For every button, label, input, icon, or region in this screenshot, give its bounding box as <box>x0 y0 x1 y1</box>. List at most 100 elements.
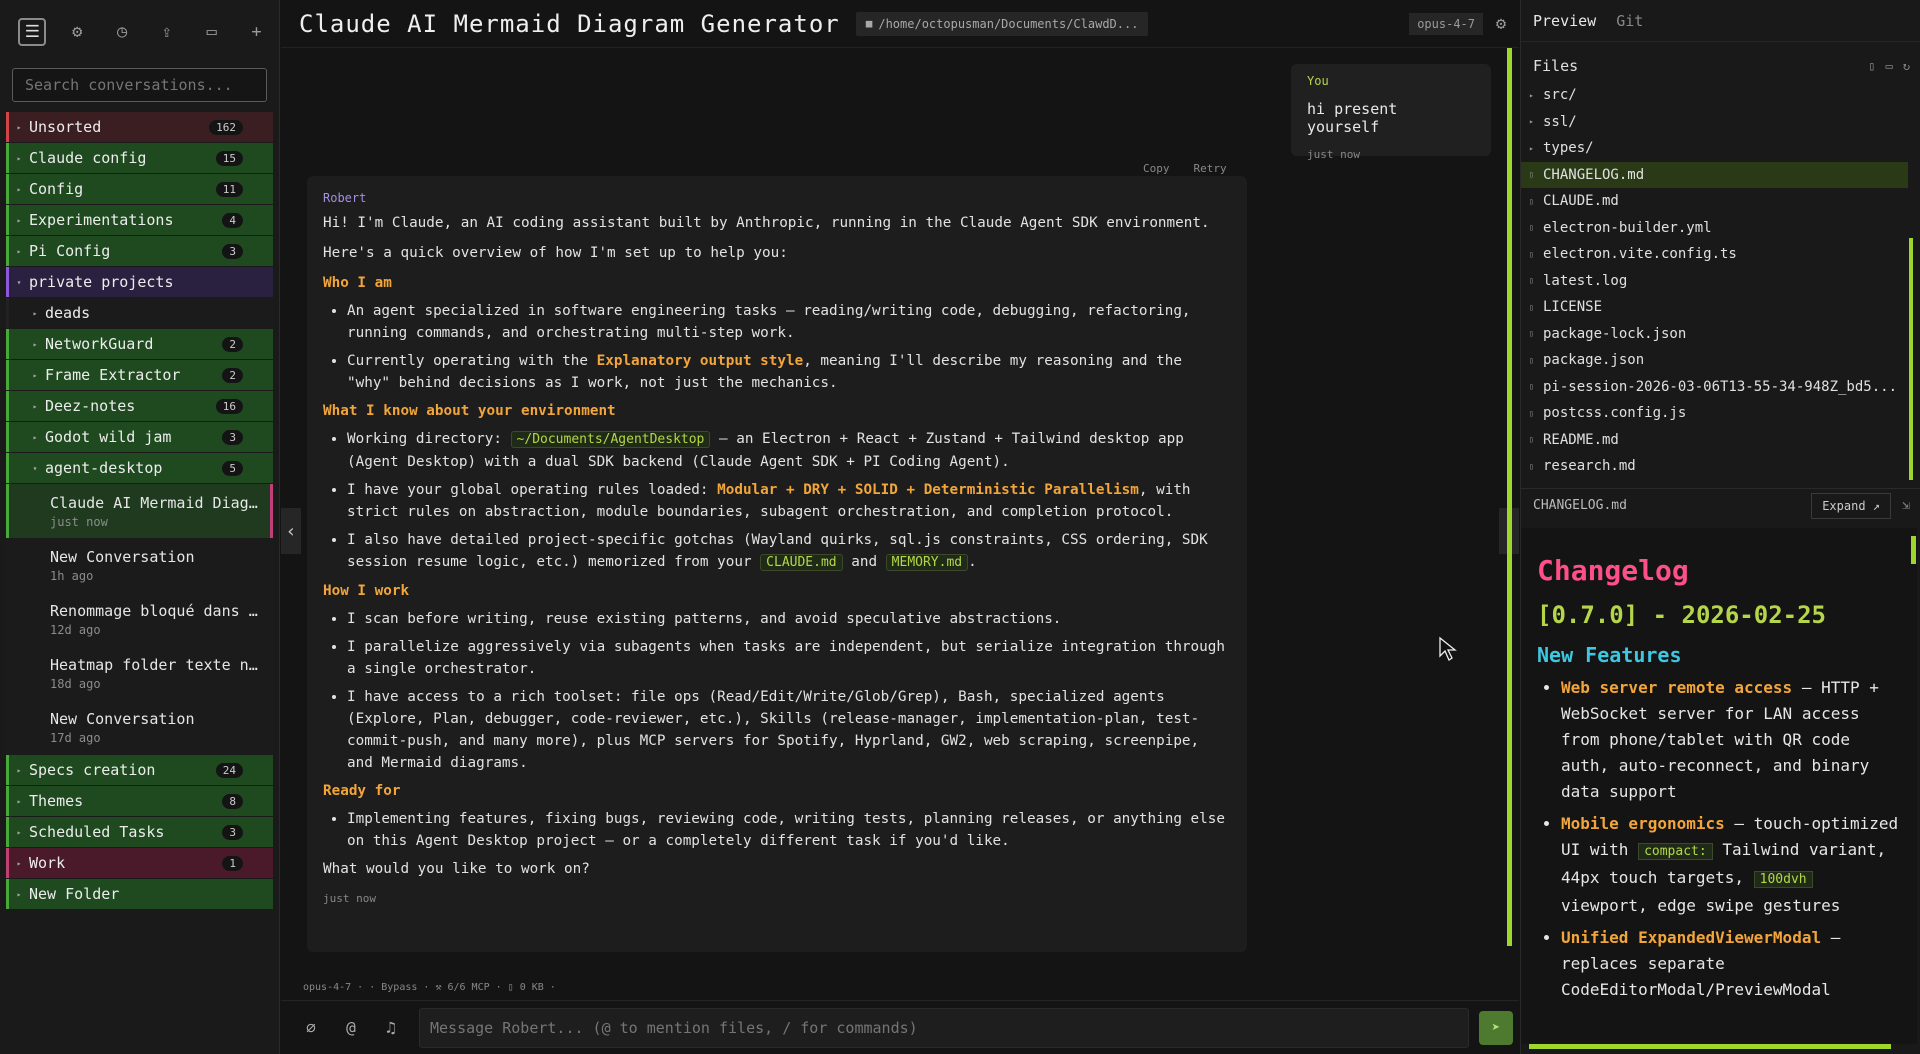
file-tree-item[interactable]: ▯ LICENSE <box>1521 294 1908 321</box>
chevron-right-icon: ▸ <box>16 246 22 256</box>
file-icon: ▯ <box>1529 382 1534 392</box>
mouse-cursor-icon <box>1439 636 1457 661</box>
paperclip-icon: ⌀ <box>306 1018 316 1037</box>
app-window: ☰ ⚙ ◷ ⇪ ▭ + ▸Unsorted162 ▸Claude config1… <box>0 0 1920 1054</box>
chevron-right-icon: ▸ <box>32 401 38 411</box>
file-label: research.md <box>1543 458 1636 475</box>
toggle-sidebar-button[interactable]: ☰ <box>10 12 55 52</box>
history-button[interactable]: ◷ <box>100 12 145 52</box>
file-tree-item[interactable]: ▯ research.md <box>1521 453 1908 480</box>
folder-count: 5 <box>222 460 243 476</box>
file-tree-item[interactable]: ▯ pi-session-2026-03-06T13-55-34-948Z_bd5… <box>1521 374 1908 401</box>
folder-deads[interactable]: ▸ deads <box>6 298 273 328</box>
message-text: hi present yourself <box>1307 100 1398 136</box>
retry-button[interactable]: Retry <box>1194 162 1227 175</box>
text-span: Working directory: <box>347 431 511 447</box>
preview-scrollbar[interactable] <box>1911 536 1916 564</box>
new-folder-button[interactable]: ▭ <box>189 12 234 52</box>
file-tree-item[interactable]: ▯ postcss.config.js <box>1521 400 1908 427</box>
wrench-icon: ⚒ <box>435 982 442 993</box>
file-tree-item[interactable]: ▯ electron-builder.yml <box>1521 215 1908 242</box>
folder-claude-config[interactable]: ▸ Claude config 15 <box>6 143 273 173</box>
page-title: Claude AI Mermaid Diagram Generator <box>299 9 840 38</box>
conversation-item[interactable]: New Conversation 17d ago <box>6 700 273 754</box>
folder-label: Work <box>29 854 66 872</box>
conversation-item[interactable]: New Conversation 1h ago <box>6 538 273 592</box>
file-tree-item[interactable]: ▯ latest.log <box>1521 268 1908 295</box>
new-folder-icon[interactable]: ▭ <box>1886 59 1893 73</box>
mention-button[interactable]: @ <box>331 1010 371 1046</box>
conversation-title: New Conversation <box>50 709 195 728</box>
working-directory[interactable]: ■ /home/octopusman/Documents/ClawdD... <box>855 11 1149 36</box>
conversation-item[interactable]: Claude AI Mermaid Diag... just now <box>6 484 273 538</box>
file-tree-item[interactable]: ▯ CHANGELOG.md <box>1521 161 1908 188</box>
folder-tree-item[interactable]: ▸ ssl/ <box>1521 109 1908 136</box>
preview-heading-3: New Features <box>1537 643 1682 667</box>
file-label: latest.log <box>1543 272 1628 289</box>
file-tree-item[interactable]: ▯ README.md <box>1521 427 1908 454</box>
folder-label: private projects <box>29 273 174 291</box>
tab-git[interactable]: Git <box>1616 12 1643 30</box>
folder-label: Themes <box>29 792 84 810</box>
attach-button[interactable]: ⌀ <box>291 1010 331 1046</box>
settings-button[interactable]: ⚙ <box>55 12 100 52</box>
status-size: 0 KB · <box>519 982 556 993</box>
file-tree-item[interactable]: ▯ package.json <box>1521 347 1908 374</box>
file-tree-item[interactable]: ▯ package-lock.json <box>1521 321 1908 348</box>
folder-new-folder[interactable]: ▸ New Folder <box>6 879 273 909</box>
conversation-title: New Conversation <box>50 547 195 566</box>
copy-button[interactable]: Copy <box>1143 162 1170 175</box>
folder-private-projects[interactable]: ▾ private projects <box>6 267 273 297</box>
collapse-icon[interactable]: ⇲ <box>1891 498 1920 513</box>
folder-godot-wild-jam[interactable]: ▸ Godot wild jam 3 <box>6 422 273 452</box>
file-label: electron-builder.yml <box>1543 219 1712 236</box>
tab-preview[interactable]: Preview <box>1533 12 1596 30</box>
conversation-item[interactable]: Renommage bloqué dans ... 12d ago <box>6 592 273 646</box>
preview-heading-2: [0.7.0] - 2026-02-25 <box>1537 601 1826 629</box>
send-button[interactable]: ➤ <box>1479 1010 1513 1045</box>
folder-specs-creation[interactable]: ▸ Specs creation 24 <box>6 755 273 785</box>
model-selector[interactable]: opus-4-7 <box>1409 12 1483 35</box>
search-input[interactable] <box>25 76 266 94</box>
folder-config[interactable]: ▸ Config 11 <box>6 174 273 204</box>
collapse-sidebar-button[interactable]: ‹ <box>281 508 301 554</box>
list-item: Currently operating with the Explanatory… <box>347 350 1231 394</box>
message-input[interactable] <box>430 1018 1468 1037</box>
files-actions: ▯ ▭ ↻ <box>1868 59 1910 73</box>
folder-count: 24 <box>215 762 243 778</box>
voice-button[interactable]: ♫ <box>371 1010 411 1046</box>
inline-code: CLAUDE.md <box>760 554 843 571</box>
conversation-item[interactable]: Heatmap folder texte n... 18d ago <box>6 646 273 700</box>
folder-pi-config[interactable]: ▸ Pi Config 3 <box>6 236 273 266</box>
folder-tree-item[interactable]: ▸ types/ <box>1521 135 1908 162</box>
folder-frame-extractor[interactable]: ▸ Frame Extractor 2 <box>6 360 273 390</box>
folder-agent-desktop[interactable]: ▾ agent-desktop 5 <box>6 453 273 483</box>
folder-count: 8 <box>222 793 243 809</box>
folder-networkguard[interactable]: ▸ NetworkGuard 2 <box>6 329 273 359</box>
path-label: /home/octopusman/Documents/ClawdD... <box>878 16 1139 31</box>
folder-work[interactable]: ▸ Work 1 <box>6 848 273 878</box>
file-tree-item[interactable]: ▯ CLAUDE.md <box>1521 188 1908 215</box>
chat-settings-button[interactable]: ⚙ <box>1483 14 1519 34</box>
chat-scrollbar[interactable] <box>1507 48 1512 946</box>
sidebar: ☰ ⚙ ◷ ⇪ ▭ + ▸Unsorted162 ▸Claude config1… <box>0 0 280 1054</box>
folder-deez-notes[interactable]: ▸ Deez-notes 16 <box>6 391 273 421</box>
expand-button[interactable]: Expand ↗ <box>1811 492 1891 519</box>
export-button[interactable]: ⇪ <box>144 12 189 52</box>
file-tree-item[interactable]: ▯ electron.vite.config.ts <box>1521 241 1908 268</box>
folder-scheduled-tasks[interactable]: ▸ Scheduled Tasks 3 <box>6 817 273 847</box>
new-file-icon[interactable]: ▯ <box>1868 59 1875 73</box>
chevron-right-icon: ▸ <box>16 765 22 775</box>
preview-horizontal-scrollbar[interactable] <box>1529 1044 1891 1049</box>
message-paragraph: Here's a quick overview of how I'm set u… <box>323 245 788 261</box>
folder-count: 2 <box>222 336 243 352</box>
folder-experimentations[interactable]: ▸ Experimentations 4 <box>6 205 273 235</box>
file-icon: ▯ <box>1529 461 1534 471</box>
file-tree-scrollbar[interactable] <box>1909 238 1913 480</box>
refresh-icon[interactable]: ↻ <box>1903 59 1910 73</box>
conversation-date: 1h ago <box>50 568 94 583</box>
folder-themes[interactable]: ▸ Themes 8 <box>6 786 273 816</box>
folder-tree-item[interactable]: ▸ src/ <box>1521 82 1908 109</box>
folder-unsorted[interactable]: ▸ Unsorted 162 <box>6 112 273 142</box>
new-conversation-button[interactable]: + <box>234 12 279 52</box>
